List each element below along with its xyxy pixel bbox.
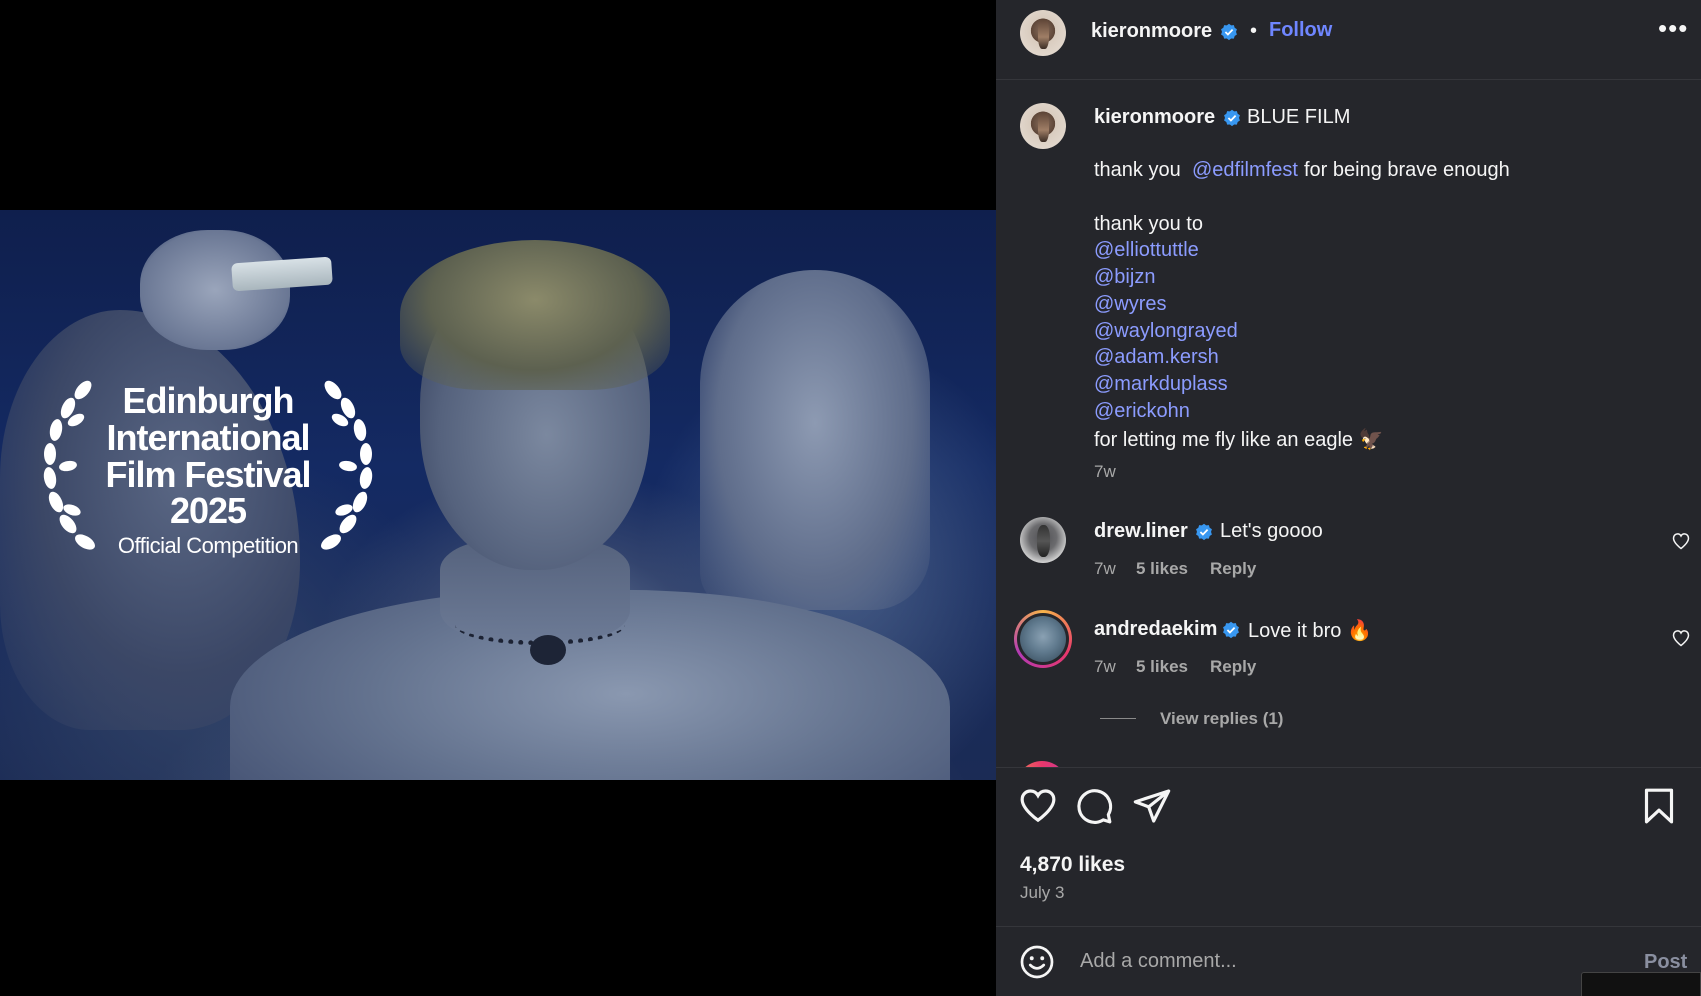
image-hand — [140, 230, 290, 350]
caption-line-thanks-suffix: for being brave enough — [1304, 159, 1510, 181]
like-heart-icon[interactable] — [1018, 786, 1058, 826]
post-details-panel: kieronmoore • Follow ••• kieronmoore BLU… — [996, 0, 1701, 996]
story-ring[interactable] — [1014, 610, 1072, 668]
mention-link[interactable]: @wyres — [1094, 293, 1167, 316]
add-comment-input[interactable] — [1080, 943, 1580, 979]
mention-link[interactable]: @markduplass — [1094, 373, 1228, 396]
follow-button[interactable]: Follow — [1269, 19, 1332, 42]
emoji-smiley-icon[interactable] — [1019, 944, 1055, 980]
like-comment-heart-icon[interactable] — [1671, 628, 1691, 648]
comment-timestamp[interactable]: 7w — [1094, 657, 1116, 677]
caption-title: BLUE FILM — [1247, 106, 1351, 128]
image-pendant — [530, 635, 566, 665]
like-comment-heart-icon[interactable] — [1671, 531, 1691, 551]
comment-composer: Post — [996, 926, 1701, 996]
image-hair — [400, 240, 670, 390]
image-vape-device — [231, 256, 333, 292]
mention-link[interactable]: @waylongrayed — [1094, 320, 1238, 343]
comment-text: Love it bro 🔥 — [1248, 620, 1372, 642]
post-likes-count[interactable]: 4,870 likes — [1020, 853, 1125, 877]
comment-likes-count[interactable]: 5 likes — [1136, 657, 1188, 677]
comment-likes-count[interactable]: 5 likes — [1136, 559, 1188, 579]
post-media[interactable]: Edinburgh International Film Festival 20… — [0, 0, 996, 996]
mention-link[interactable]: @adam.kersh — [1094, 346, 1219, 369]
mention-link[interactable]: @elliottuttle — [1094, 239, 1199, 262]
comment-timestamp[interactable]: 7w — [1094, 559, 1116, 579]
comment-username[interactable]: drew.liner — [1094, 520, 1188, 543]
caption-line-thanks-prefix: thank you — [1094, 159, 1181, 181]
caption-timestamp[interactable]: 7w — [1094, 462, 1116, 482]
verified-badge-icon — [1221, 23, 1237, 41]
author-avatar[interactable] — [1020, 10, 1066, 56]
comment-username[interactable]: andredaekim — [1094, 618, 1217, 641]
bookmark-save-icon[interactable] — [1639, 786, 1679, 826]
comments-list[interactable]: kieronmoore BLUE FILM thank you @edfilmf… — [996, 81, 1701, 767]
post-date[interactable]: July 3 — [1020, 883, 1064, 903]
caption-author-username[interactable]: kieronmoore — [1094, 106, 1215, 129]
caption-closing: for letting me fly like an eagle 🦅 — [1094, 429, 1384, 451]
festival-year: 2025 — [169, 490, 247, 531]
header-separator: • — [1250, 20, 1258, 42]
commenter-avatar[interactable] — [1020, 616, 1066, 662]
festival-name-line-2: International — [106, 417, 310, 458]
view-replies-button[interactable]: View replies (1) — [1160, 709, 1283, 729]
more-options-icon[interactable]: ••• — [1658, 15, 1688, 48]
image-raised-arm — [700, 270, 930, 610]
replies-divider — [1100, 718, 1136, 719]
festival-name-line-1: Edinburgh — [122, 380, 295, 421]
verified-badge-icon — [1196, 523, 1212, 541]
post-actions: 4,870 likes July 3 — [996, 767, 1701, 927]
post-header: kieronmoore • Follow ••• — [996, 0, 1701, 80]
mention-link[interactable]: @erickohn — [1094, 400, 1190, 423]
post-image: Edinburgh International Film Festival 20… — [0, 210, 996, 780]
overlay-thumbnail — [1581, 972, 1701, 996]
comment-reply-button[interactable]: Reply — [1210, 559, 1256, 579]
share-paper-plane-icon[interactable] — [1132, 786, 1172, 826]
comment-bubble-icon[interactable] — [1074, 786, 1114, 826]
festival-category: Official Competition — [117, 533, 299, 558]
festival-laurel-badge: Edinburgh International Film Festival 20… — [28, 370, 388, 570]
verified-badge-icon — [1223, 621, 1239, 639]
comment-text: Let's goooo — [1220, 520, 1323, 542]
mention-link[interactable]: @bijzn — [1094, 266, 1155, 289]
post-comment-button[interactable]: Post — [1644, 951, 1687, 974]
caption-author-avatar[interactable] — [1020, 103, 1066, 149]
caption-line-thanks-to: thank you to — [1094, 213, 1203, 235]
verified-badge-icon — [1224, 109, 1240, 127]
mention-link[interactable]: @edfilmfest — [1192, 159, 1298, 182]
commenter-avatar[interactable] — [1020, 517, 1066, 563]
comment-reply-button[interactable]: Reply — [1210, 657, 1256, 677]
author-username[interactable]: kieronmoore — [1091, 20, 1212, 43]
